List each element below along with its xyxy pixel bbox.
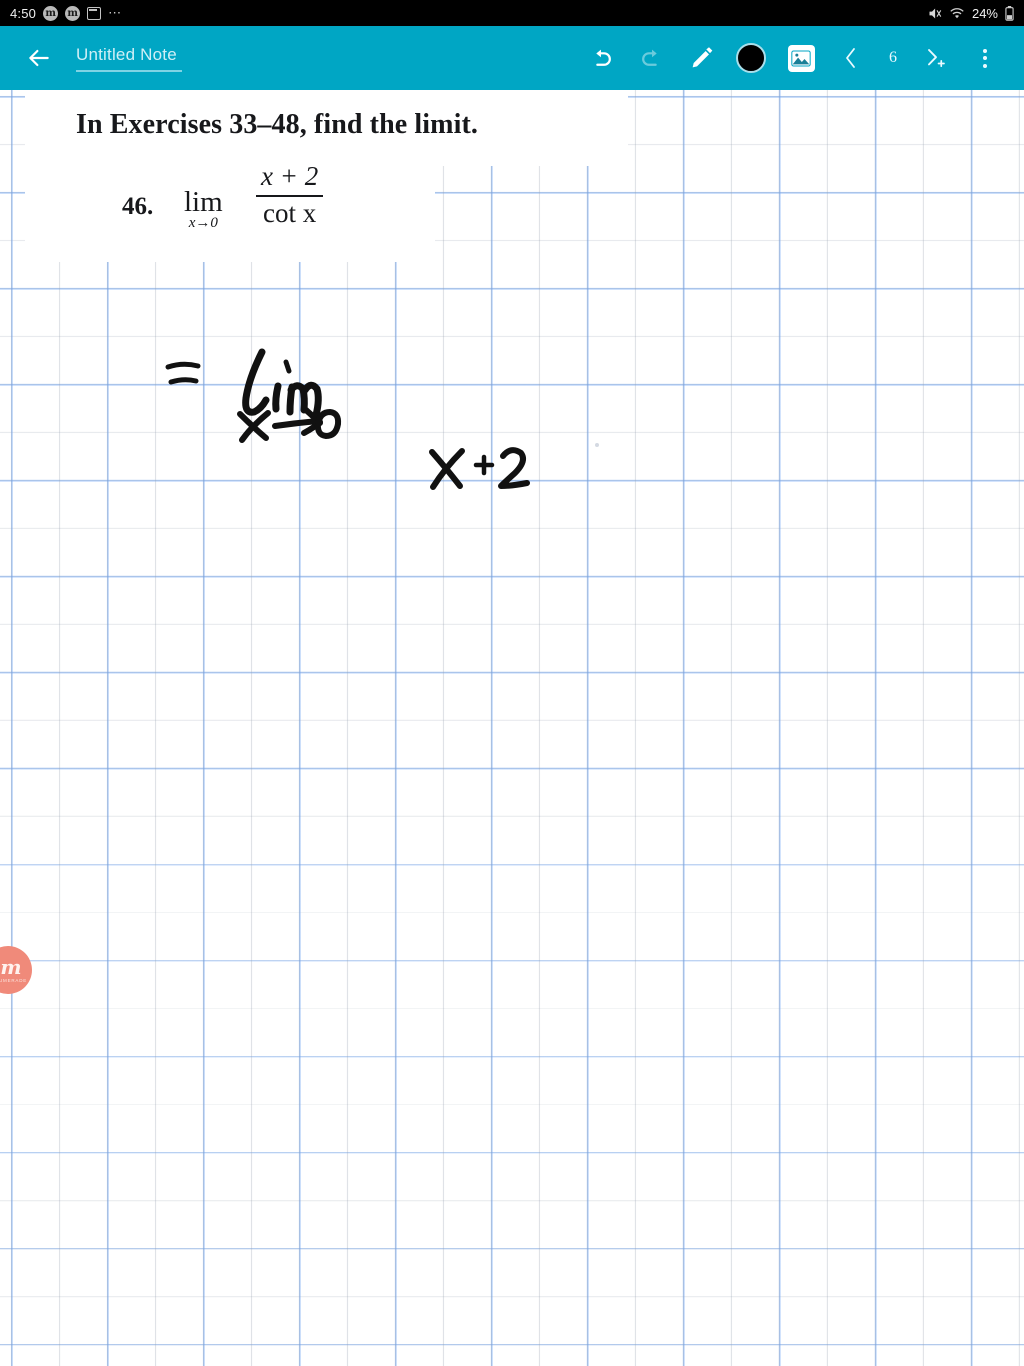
stray-ink-dot <box>595 443 599 447</box>
status-bar: 4:50 m m ⋯ 24% <box>0 0 1024 26</box>
page-number-indicator[interactable]: 6 <box>876 49 910 67</box>
status-bar-left: 4:50 m m ⋯ <box>10 5 123 21</box>
handwriting-ink <box>165 348 530 490</box>
textbook-clip-bottom[interactable] <box>25 166 435 262</box>
undo-button[interactable] <box>576 33 626 83</box>
limit-operator: lim <box>184 186 223 218</box>
notification-numerade-icon: m <box>43 5 59 21</box>
app-toolbar: Untitled Note 6 <box>0 26 1024 90</box>
current-color-swatch[interactable] <box>736 43 766 73</box>
battery-percent-label: 24% <box>971 5 998 21</box>
limit-subscript: x→0 <box>188 215 218 231</box>
pen-tool-button[interactable] <box>676 33 726 83</box>
back-button[interactable] <box>24 43 54 73</box>
limit-operator-block: lim x→0 <box>184 188 223 232</box>
problem-number: 46. <box>122 193 154 220</box>
watermark-letter: m <box>0 954 22 979</box>
fraction-numerator: x + 2 <box>261 161 319 191</box>
kebab-menu-icon[interactable] <box>983 48 987 68</box>
status-bar-right: 24% <box>927 5 1014 21</box>
app-window-icon <box>87 6 102 20</box>
watermark-subtext: NUMERADE <box>0 977 28 983</box>
previous-page-button[interactable] <box>826 33 876 83</box>
wifi-icon <box>949 6 965 21</box>
fraction-bar <box>256 195 324 197</box>
note-app-screen: 4:50 m m ⋯ 24% Untitled Note 6 In Exerci… <box>0 0 1024 1366</box>
notification-numerade-icon-2: m <box>65 5 81 21</box>
status-overflow-icon: ⋯ <box>108 5 123 20</box>
toolbar-actions: 6 <box>576 33 1024 83</box>
color-picker-button[interactable] <box>726 33 776 83</box>
vibrate-mute-icon <box>927 6 942 21</box>
fraction-denominator: cot x <box>262 197 317 228</box>
redo-button[interactable] <box>626 33 676 83</box>
fraction-block: x + 2 cot x <box>256 161 324 229</box>
add-page-button[interactable] <box>910 33 960 83</box>
insert-image-button[interactable] <box>776 33 826 83</box>
note-title-field[interactable]: Untitled Note <box>76 45 182 72</box>
image-icon[interactable] <box>787 44 815 72</box>
status-clock: 4:50 <box>10 5 37 21</box>
note-title-underline <box>76 69 182 72</box>
numerade-watermark: m NUMERADE <box>0 946 32 994</box>
battery-icon <box>1005 5 1014 21</box>
note-title-text[interactable]: Untitled Note <box>76 45 177 72</box>
more-options-button[interactable] <box>960 33 1010 83</box>
note-canvas[interactable]: In Exercises 33–48, find the limit. 46. … <box>0 90 1024 1366</box>
exercise-heading: In Exercises 33–48, find the limit. <box>76 109 478 140</box>
